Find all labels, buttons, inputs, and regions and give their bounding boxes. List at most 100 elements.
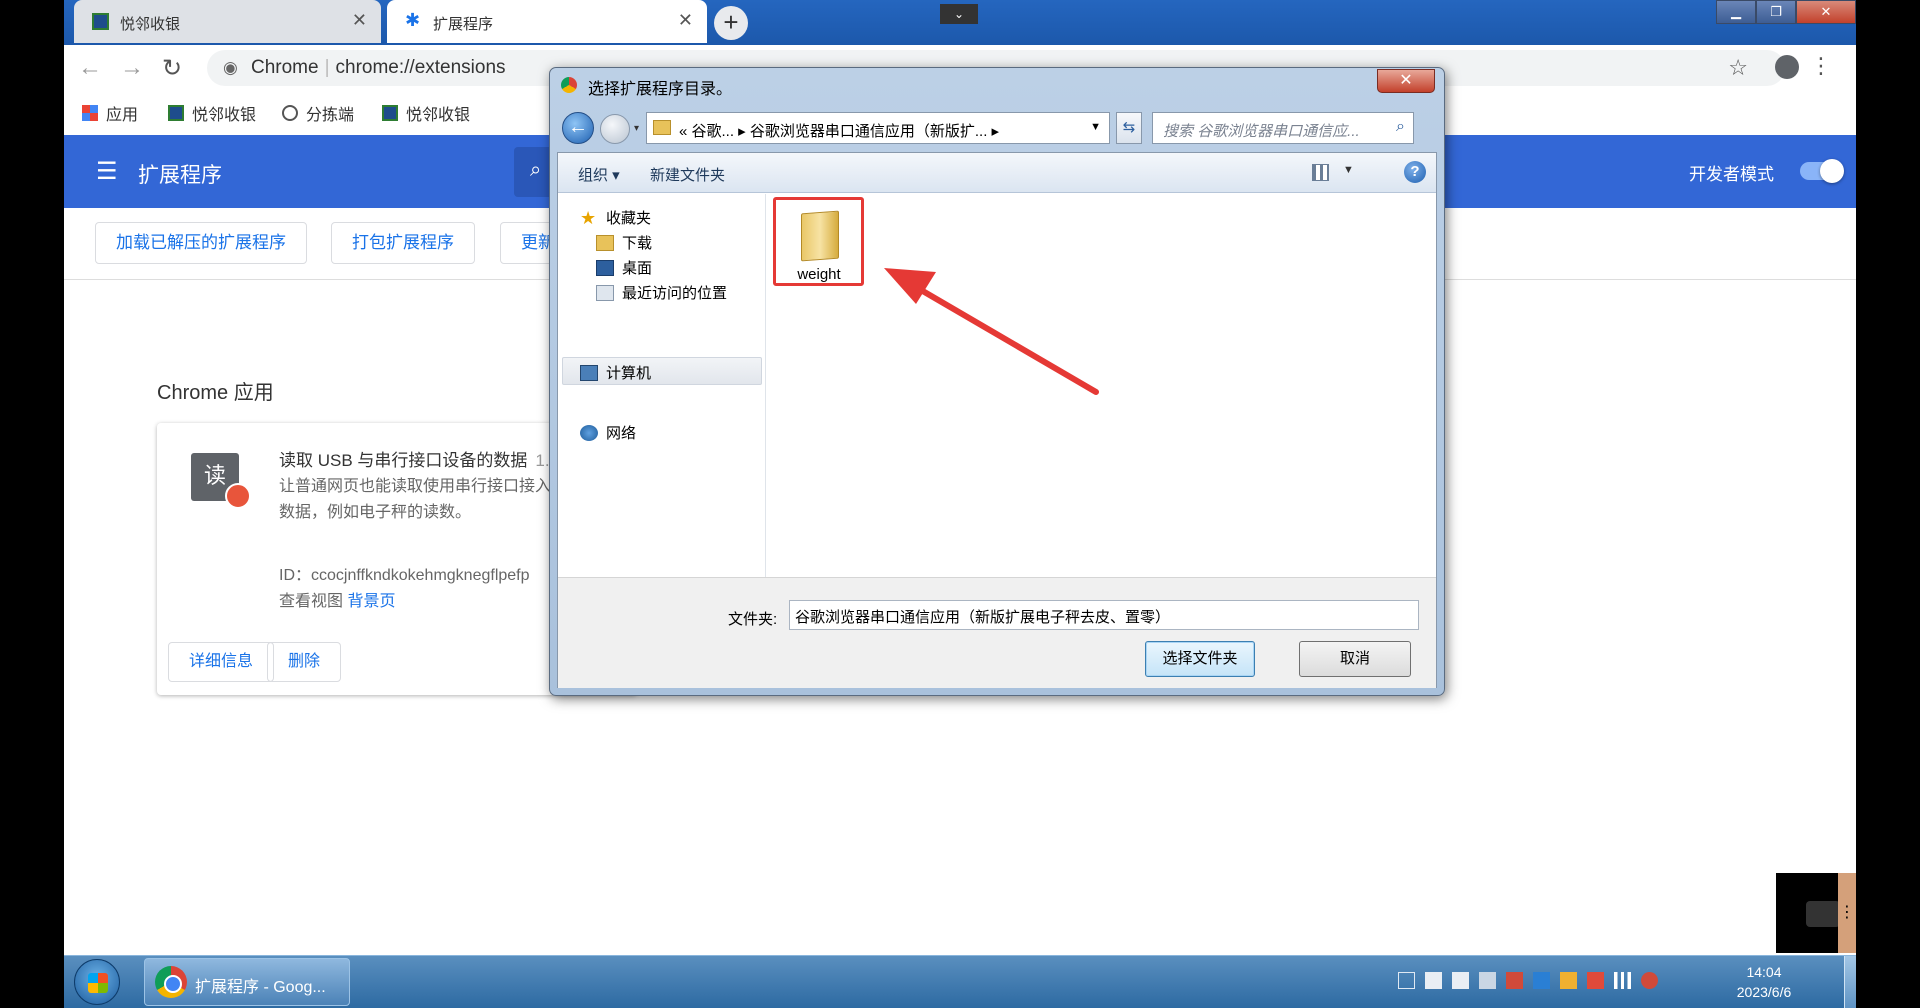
folder-item[interactable]: weight [783, 206, 855, 288]
select-folder-button[interactable]: 选择文件夹 [1145, 641, 1255, 677]
clock[interactable]: 14:04 2023/6/6 [1728, 962, 1800, 1002]
nav-recent[interactable]: 最近访问的位置 [596, 282, 727, 303]
network-globe-icon [580, 424, 598, 441]
shield-icon[interactable] [1560, 972, 1577, 989]
star-icon: ★ [580, 207, 597, 228]
folder-field[interactable]: 谷歌浏览器串口通信应用（新版扩展电子秤去皮、置零） [789, 600, 1419, 630]
load-unpacked-button[interactable]: 加载已解压的扩展程序 [95, 222, 307, 264]
nav-desktop[interactable]: 桌面 [596, 257, 652, 278]
folder-path-bar[interactable]: « 谷歌... ▸ 谷歌浏览器串口通信应用（新版扩... ▸ ▼ [646, 112, 1110, 144]
app-badge-icon [225, 483, 251, 509]
show-desktop-button[interactable] [1844, 956, 1856, 1008]
volume-icon[interactable] [1641, 972, 1658, 989]
nav-label: 计算机 [606, 365, 652, 382]
background-page-link[interactable]: 背景页 [347, 593, 395, 610]
views-label: 查看视图 [279, 593, 344, 610]
history-dropdown-icon[interactable]: ▾ [634, 123, 639, 134]
tab-search-chevron-icon[interactable]: ⌄ [940, 4, 978, 24]
more-options-icon[interactable]: ⋮ [1838, 873, 1856, 953]
remove-button[interactable]: 删除 [267, 642, 342, 682]
speaker-icon[interactable] [1506, 972, 1523, 989]
new-tab-button[interactable]: + [714, 6, 748, 40]
dev-mode-label: 开发者模式 [1689, 165, 1774, 184]
view-mode-icon[interactable] [1312, 164, 1329, 181]
yuelin-favicon-icon [382, 105, 398, 121]
organize-menu[interactable]: 组织 ▾ [578, 164, 620, 185]
nav-label: 桌面 [622, 260, 653, 277]
folder-icon [801, 210, 839, 262]
navigation-pane: ★ 收藏夹 下载 桌面 最近访问的位置 计算机 网络 [558, 194, 766, 577]
tab-label: 扩展程序 [433, 16, 494, 33]
dialog-footer: 文件夹: 谷歌浏览器串口通信应用（新版扩展电子秤去皮、置零） 选择文件夹 取消 [558, 577, 1436, 688]
toggle-knob [1820, 159, 1844, 183]
app-tray-icon[interactable] [1533, 972, 1550, 989]
computer-icon [580, 364, 598, 381]
bookmark-apps[interactable]: 应用 [82, 101, 138, 125]
kebab-menu-icon[interactable]: ⋮ [1810, 53, 1832, 79]
command-bar: 组织 ▾ 新建文件夹 ▼ ? [558, 153, 1436, 193]
start-button[interactable] [74, 959, 120, 1005]
reload-icon[interactable]: ↻ [162, 54, 182, 83]
taskbar-chrome-item[interactable]: 扩展程序 - Goog... [144, 958, 350, 1006]
tab-yuelin[interactable]: 悦邻收银 ✕ [74, 0, 381, 43]
close-tab-icon[interactable]: ✕ [678, 10, 693, 31]
section-title: Chrome 应用 [157, 382, 274, 404]
new-folder-button[interactable]: 新建文件夹 [650, 164, 725, 185]
details-button[interactable]: 详细信息 [168, 642, 275, 682]
help-icon[interactable]: ? [1404, 161, 1426, 183]
dialog-body: 组织 ▾ 新建文件夹 ▼ ? ★ 收藏夹 下载 桌面 最近访问的位置 计算机 网… [557, 152, 1437, 688]
back-arrow-icon[interactable]: ← [562, 112, 594, 144]
bookmark-yuelin-1[interactable]: 悦邻收银 [168, 101, 256, 125]
bookmark-yuelin-2[interactable]: 悦邻收银 [382, 101, 470, 125]
forward-arrow-icon[interactable]: → [120, 54, 144, 82]
tab-label: 悦邻收银 [120, 16, 181, 33]
cancel-button[interactable]: 取消 [1299, 641, 1411, 677]
bookmark-star-icon[interactable]: ☆ [1728, 55, 1748, 81]
keyboard-icon[interactable] [1398, 972, 1415, 989]
clock-date: 2023/6/6 [1736, 984, 1792, 1000]
printer-icon[interactable] [1452, 972, 1469, 989]
minimize-button[interactable]: ▁ [1716, 0, 1756, 24]
nav-label: 收藏夹 [606, 210, 652, 227]
nav-network[interactable]: 网络 [580, 422, 636, 443]
chevron-down-icon[interactable]: ▼ [1090, 121, 1101, 133]
folder-field-label: 文件夹: [728, 611, 778, 628]
taskbar: 扩展程序 - Goog... 14:04 2023/6/6 [64, 955, 1856, 1008]
close-tab-icon[interactable]: ✕ [352, 10, 367, 31]
forward-arrow-icon[interactable] [600, 114, 630, 144]
folder-search-input[interactable]: 搜索 谷歌浏览器串口通信应... ⌕ [1152, 112, 1414, 144]
clock-time: 14:04 [1746, 964, 1782, 980]
apps-grid-icon [82, 105, 98, 121]
back-arrow-icon[interactable]: ← [78, 54, 102, 82]
security-tray-icon[interactable] [1587, 972, 1604, 989]
pack-extension-button[interactable]: 打包扩展程序 [331, 222, 475, 264]
close-window-button[interactable]: ✕ [1796, 0, 1856, 24]
nav-downloads[interactable]: 下载 [596, 232, 652, 253]
app-name: 读取 USB 与串行接口设备的数据 [279, 451, 528, 470]
folder-icon [653, 120, 671, 135]
account-avatar-icon[interactable] [1775, 55, 1799, 79]
puzzle-icon: ✱ [405, 10, 421, 30]
bookmark-sorting[interactable]: 分拣端 [282, 101, 354, 125]
nav-favorites[interactable]: ★ 收藏夹 [580, 207, 651, 228]
dialog-close-button[interactable]: ✕ [1377, 69, 1435, 93]
floating-media-widget[interactable]: ⋮ [1776, 873, 1856, 953]
signal-icon[interactable] [1614, 972, 1631, 989]
yuelin-favicon-icon [92, 13, 109, 30]
chevron-down-icon[interactable]: ▼ [1343, 164, 1354, 176]
chrome-site-icon: ◉ [223, 58, 238, 77]
page-title: 扩展程序 [138, 164, 222, 187]
chrome-icon [561, 77, 577, 93]
nav-computer[interactable]: 计算机 [580, 362, 651, 383]
bookmark-label: 分拣端 [306, 107, 355, 124]
tab-extensions[interactable]: ✱ 扩展程序 ✕ [387, 0, 707, 43]
refresh-icon[interactable]: ⇆ [1116, 112, 1142, 144]
network-sync-icon[interactable] [1479, 972, 1496, 989]
folder-path: « 谷歌... ▸ 谷歌浏览器串口通信应用（新版扩... ▸ [679, 123, 1000, 140]
printer-icon[interactable] [1425, 972, 1442, 989]
hamburger-menu-icon[interactable]: ☰ [96, 157, 118, 186]
select-folder-dialog: 选择扩展程序目录。 ✕ ← ▾ « 谷歌... ▸ 谷歌浏览器串口通信应用（新版… [549, 67, 1445, 696]
maximize-button[interactable]: ❐ [1756, 0, 1796, 24]
downloads-folder-icon [596, 234, 614, 251]
dev-mode-toggle[interactable] [1800, 159, 1844, 183]
